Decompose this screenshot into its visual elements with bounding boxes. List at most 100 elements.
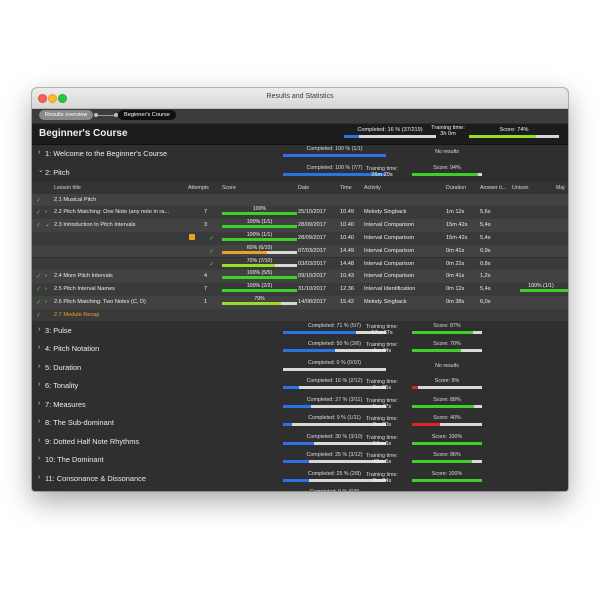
lesson-row[interactable]: ✓ ⌄ 2.3 Introduction to Pitch Intervals 3 10…: [32, 219, 568, 232]
module-name[interactable]: 6: Tonality: [45, 381, 78, 390]
time-value: 14.49: [340, 247, 354, 254]
column-header[interactable]: Answer ti...: [480, 185, 506, 191]
module-name[interactable]: 10: The Dominant: [45, 455, 104, 464]
module-name[interactable]: 2: Pitch: [45, 168, 70, 177]
lesson-chevron-icon[interactable]: ›: [45, 299, 47, 305]
module-row[interactable]: › 4: Pitch Notation Completed: 50 % (3/6) T…: [32, 340, 568, 360]
answer-time-value: 5,4s: [480, 222, 491, 229]
date-value: 14/08/2017: [298, 298, 326, 305]
completed-bar-fill: [283, 386, 300, 389]
course-header: Beginner's Course Completed: 16 % (37/21…: [32, 124, 568, 145]
chevron-right-icon[interactable]: ›: [38, 418, 40, 425]
module-row[interactable]: › 11: Consonance & Dissonance Completed: 2…: [32, 469, 568, 489]
lesson-title[interactable]: 2.1 Musical Pitch: [54, 197, 96, 203]
module-row[interactable]: ›12: Simple SubdivisionsCompleted: 0 % (…: [32, 488, 568, 491]
time-value: 12.36: [340, 286, 354, 293]
time-value: 10.40: [340, 222, 354, 229]
duration-value: 15m 42s: [446, 222, 468, 229]
column-header[interactable]: Date: [298, 185, 309, 191]
module-row[interactable]: › 1: Welcome to the Beginner's Course Comp…: [32, 145, 568, 165]
module-name[interactable]: 5: Duration: [45, 363, 81, 372]
lesson-title[interactable]: 2.6 Pitch Matching: Two Notes (C, D): [54, 299, 146, 305]
chevron-right-icon[interactable]: ›: [38, 381, 40, 388]
answer-time-value: 1,2s: [480, 273, 491, 280]
lesson-row[interactable]: ✓ 100% (1/1) 28/09/2017 10.40 Interval Compa…: [32, 231, 568, 245]
chevron-right-icon[interactable]: ›: [38, 326, 40, 333]
score-bar: [222, 276, 297, 280]
module-row[interactable]: › 8: The Sub-dominant Completed: 9 % (1/11…: [32, 414, 568, 434]
answer-time-value: 5,4s: [480, 234, 491, 241]
time-value: 10.40: [340, 234, 354, 241]
lesson-chevron-icon[interactable]: ⌄: [45, 222, 50, 228]
breadcrumb-results-overview[interactable]: Results overview: [39, 110, 94, 120]
breadcrumb-dot: [94, 113, 98, 117]
chevron-right-icon[interactable]: ›: [38, 344, 40, 351]
chevron-right-icon[interactable]: ›: [38, 455, 40, 462]
module-list[interactable]: › 1: Welcome to the Beginner's Course Comp…: [32, 145, 568, 491]
column-header[interactable]: Attempts: [188, 185, 209, 191]
module-row[interactable]: › 7: Measures Completed: 27 % (3/11) Traini…: [32, 395, 568, 415]
title-bar: Results and Statistics: [32, 88, 568, 109]
module-name[interactable]: 9: Dotted Half Note Rhythms: [45, 437, 139, 446]
page-title: Beginner's Course: [39, 128, 128, 139]
score-bar: [412, 330, 482, 334]
chevron-right-icon[interactable]: ›: [38, 149, 40, 156]
chevron-down-icon[interactable]: ⌄: [38, 166, 44, 174]
module-name[interactable]: 4: Pitch Notation: [45, 344, 99, 353]
module-name[interactable]: 8: The Sub-dominant: [45, 418, 114, 427]
chevron-right-icon[interactable]: ›: [38, 363, 40, 370]
lesson-row[interactable]: ✓ › 2.4 More Pitch Intervals 4 100% (5/5) 09/…: [32, 270, 568, 284]
date-value: 03/03/2017: [298, 260, 326, 267]
lesson-row[interactable]: ✓ 60% (6/10) 07/03/2017 14.49 Interval Compa…: [32, 244, 568, 258]
column-header[interactable]: Time: [340, 185, 352, 191]
lesson-title[interactable]: 2.7 Module Recap: [54, 312, 99, 318]
chevron-right-icon[interactable]: ›: [38, 400, 40, 407]
training-time-value: 0m 24s: [372, 477, 392, 484]
lesson-chevron-icon[interactable]: ›: [45, 286, 47, 292]
lesson-title[interactable]: 2.4 More Pitch Intervals: [54, 273, 113, 279]
time-value: 10.49: [340, 209, 354, 216]
attempts-value: 1: [204, 298, 208, 305]
column-header[interactable]: Lesson title: [54, 185, 81, 191]
answer-time-value: 0,9s: [480, 247, 491, 254]
activity-value: Interval Identification: [364, 286, 416, 293]
module-name[interactable]: 3: Pulse: [45, 326, 72, 335]
column-header[interactable]: Activity: [364, 185, 381, 191]
lesson-title[interactable]: 2.2 Pitch Matching: One Note (any note i…: [54, 209, 169, 215]
module-row[interactable]: › 9: Dotted Half Note Rhythms Completed: 3…: [32, 432, 568, 452]
column-header[interactable]: Score: [222, 185, 236, 191]
activity-value: Melody Singback: [364, 298, 407, 305]
checkmark-icon: ✓: [36, 273, 42, 281]
completed-bar-fill: [283, 330, 357, 334]
lesson-row[interactable]: ✓ › 2.5 Pitch Interval Names 7 100% (2/2) 31/…: [32, 283, 568, 296]
lesson-chevron-icon[interactable]: ›: [45, 273, 47, 279]
lesson-row[interactable]: ✓ › 2.2 Pitch Matching: One Note (any note…: [32, 206, 568, 220]
column-header[interactable]: Unison: [512, 185, 529, 191]
module-row[interactable]: ⌄ 2: Pitch Completed: 100 % (7/7) Training …: [32, 163, 568, 183]
lesson-row[interactable]: ✓ 70% (7/10) 03/03/2017 14.48 Interval Compa…: [32, 257, 568, 271]
checkmark-icon: ✓: [36, 298, 42, 306]
module-row[interactable]: › 5: Duration Completed: 0 % (0/10) No resu…: [32, 358, 568, 378]
chevron-right-icon[interactable]: ›: [38, 474, 40, 481]
score-bar-fill: [222, 263, 275, 267]
lessons-header: Lesson title Attempts Score Date Time Activit…: [32, 181, 568, 194]
module-name[interactable]: 7: Measures: [45, 400, 86, 409]
lesson-row[interactable]: ✓ 2.7 Module Recap: [32, 308, 568, 322]
column-header[interactable]: Duration: [446, 185, 466, 191]
module-name[interactable]: 1: Welcome to the Beginner's Course: [45, 149, 167, 158]
lesson-chevron-icon[interactable]: ›: [45, 209, 47, 215]
breadcrumb-beginners-course[interactable]: Beginner's Course: [118, 110, 176, 120]
module-row[interactable]: › 3: Pulse Completed: 71 % (5/7) Training t…: [32, 321, 568, 341]
lesson-title[interactable]: 2.5 Pitch Interval Names: [54, 286, 115, 292]
lesson-row[interactable]: ✓ 2.1 Musical Pitch: [32, 193, 568, 207]
module-row[interactable]: › 10: The Dominant Completed: 25 % (3/12) T…: [32, 451, 568, 471]
lesson-row[interactable]: ✓ › 2.6 Pitch Matching: Two Notes (C, D) 1 7…: [32, 295, 568, 309]
score-bar: [412, 386, 482, 389]
module-name[interactable]: 11: Consonance & Dissonance: [45, 474, 146, 483]
chevron-right-icon[interactable]: ›: [38, 437, 40, 444]
lesson-title[interactable]: 2.3 Introduction to Pitch Intervals: [54, 222, 135, 228]
column-header[interactable]: Maj: [556, 185, 565, 191]
activity-value: Interval Comparison: [364, 247, 415, 254]
score-bar-fill: [222, 225, 297, 229]
module-row[interactable]: › 6: Tonality Completed: 16 % (2/12) Traini…: [32, 377, 568, 397]
